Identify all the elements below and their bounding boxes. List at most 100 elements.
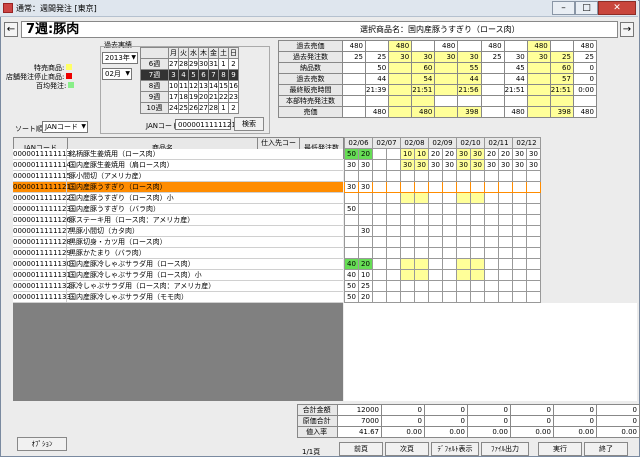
grid-cell[interactable]	[456, 280, 471, 292]
grid-cell[interactable]	[400, 280, 415, 292]
grid-cell[interactable]	[414, 280, 429, 292]
grid-cell[interactable]	[386, 181, 401, 193]
grid-cell[interactable]	[470, 258, 485, 270]
calendar-date[interactable]: 11	[178, 80, 189, 92]
grid-cell[interactable]	[442, 280, 457, 292]
grid-cell[interactable]: 20	[428, 148, 443, 160]
grid-cell[interactable]	[470, 247, 485, 259]
calendar-date[interactable]: 12	[188, 80, 199, 92]
grid-cell[interactable]: 50	[344, 291, 359, 303]
grid-cell[interactable]	[512, 214, 527, 226]
grid-cell[interactable]	[372, 291, 387, 303]
grid-cell[interactable]	[456, 258, 471, 270]
grid-cell[interactable]: 30	[498, 159, 513, 171]
calendar-date[interactable]: 15	[218, 80, 229, 92]
list-item[interactable]: 0000011111127 黒豚小間切（カタ肉）	[13, 226, 343, 237]
calendar-date[interactable]: 13	[198, 80, 209, 92]
grid-cell[interactable]	[484, 247, 499, 259]
grid-cell[interactable]	[456, 192, 471, 204]
grid-cell[interactable]: 25	[358, 280, 373, 292]
grid-cell[interactable]	[498, 181, 513, 193]
grid-cell[interactable]	[526, 269, 541, 281]
list-item[interactable]: 0000011111131 国内産豚冷しゃぶサラダ用（ロース肉）小	[13, 270, 343, 281]
grid-cell[interactable]	[428, 192, 443, 204]
grid-cell[interactable]: 20	[498, 148, 513, 160]
sort-select[interactable]: JANコード ▼	[42, 121, 88, 133]
end-button[interactable]: 終了	[584, 442, 628, 456]
minimize-button[interactable]: –	[552, 1, 575, 15]
grid-cell[interactable]	[414, 225, 429, 237]
calendar-week[interactable]: 6週 27 28 29 30 31 1 2	[140, 58, 239, 70]
list-item[interactable]: 0000011111130 国内産豚冷しゃぶサラダ用（ロース肉）	[13, 259, 343, 270]
grid-cell[interactable]	[400, 170, 415, 182]
calendar-week-label[interactable]: 10週	[140, 102, 169, 114]
grid-cell[interactable]	[470, 280, 485, 292]
grid-cell[interactable]	[428, 236, 443, 248]
grid-cell[interactable]	[400, 181, 415, 193]
grid-cell[interactable]	[512, 236, 527, 248]
search-button[interactable]: 検索	[234, 117, 264, 131]
grid-cell[interactable]	[526, 203, 541, 215]
grid-cell[interactable]: 30	[442, 159, 457, 171]
list-item[interactable]: 0000011111114 国内産豚生姜焼用（肩ロース肉）	[13, 160, 343, 171]
grid-cell[interactable]	[526, 192, 541, 204]
grid-cell[interactable]	[400, 192, 415, 204]
calendar-week-label[interactable]: 9週	[140, 91, 169, 103]
grid-cell[interactable]	[498, 247, 513, 259]
grid-cell[interactable]	[442, 192, 457, 204]
grid-cell[interactable]	[400, 291, 415, 303]
grid-cell[interactable]	[344, 170, 359, 182]
grid-cell[interactable]: 30	[344, 181, 359, 193]
grid-cell[interactable]: 30	[400, 159, 415, 171]
grid-cell[interactable]	[414, 269, 429, 281]
grid-cell[interactable]	[456, 214, 471, 226]
grid-cell[interactable]	[358, 192, 373, 204]
grid-cell[interactable]	[428, 170, 443, 182]
grid-cell[interactable]	[470, 170, 485, 182]
grid-cell[interactable]: 10	[400, 148, 415, 160]
calendar-date[interactable]: 22	[218, 91, 229, 103]
grid-cell[interactable]: 30	[344, 159, 359, 171]
calendar-date[interactable]: 26	[188, 102, 199, 114]
grid-cell[interactable]	[372, 192, 387, 204]
grid-cell[interactable]: 30	[428, 159, 443, 171]
grid-cell[interactable]: 30	[358, 225, 373, 237]
grid-cell[interactable]: 40	[344, 269, 359, 281]
grid-cell[interactable]	[414, 258, 429, 270]
default-view-button[interactable]: ﾃﾞﾌｫﾙﾄ表示	[431, 442, 479, 456]
grid-cell[interactable]	[484, 170, 499, 182]
grid-cell[interactable]: 20	[484, 148, 499, 160]
grid-cell[interactable]	[428, 214, 443, 226]
grid-cell[interactable]	[344, 225, 359, 237]
list-item[interactable]: 0000011111129 黒豚かたまり（バラ肉）	[13, 248, 343, 259]
grid-cell[interactable]	[428, 280, 443, 292]
grid-cell[interactable]	[344, 236, 359, 248]
grid-cell[interactable]	[358, 170, 373, 182]
jan-input[interactable]: 0000011111121	[175, 119, 236, 130]
grid-cell[interactable]	[498, 291, 513, 303]
grid-cell[interactable]: 20	[442, 148, 457, 160]
grid-cell[interactable]	[484, 258, 499, 270]
grid-cell[interactable]	[428, 258, 443, 270]
grid-cell[interactable]	[358, 247, 373, 259]
grid-cell[interactable]	[372, 203, 387, 215]
grid-cell[interactable]: 30	[470, 159, 485, 171]
calendar-date[interactable]: 2	[228, 58, 239, 70]
option-button[interactable]: ｵﾌﾟｼｮﾝ	[17, 437, 67, 451]
grid-cell[interactable]	[484, 203, 499, 215]
grid-cell[interactable]	[484, 236, 499, 248]
grid-cell[interactable]	[498, 170, 513, 182]
grid-cell[interactable]	[442, 181, 457, 193]
grid-cell[interactable]	[470, 291, 485, 303]
grid-cell[interactable]	[498, 280, 513, 292]
grid-cell[interactable]	[470, 192, 485, 204]
grid-cell[interactable]	[400, 258, 415, 270]
grid-cell[interactable]	[414, 192, 429, 204]
grid-cell[interactable]	[400, 269, 415, 281]
calendar-date[interactable]: 5	[188, 69, 199, 81]
grid-cell[interactable]	[400, 225, 415, 237]
calendar-date[interactable]: 28	[178, 58, 189, 70]
calendar-week-label[interactable]: 6週	[140, 58, 169, 70]
calendar-date[interactable]: 7	[208, 69, 219, 81]
grid-cell[interactable]: 30	[414, 159, 429, 171]
